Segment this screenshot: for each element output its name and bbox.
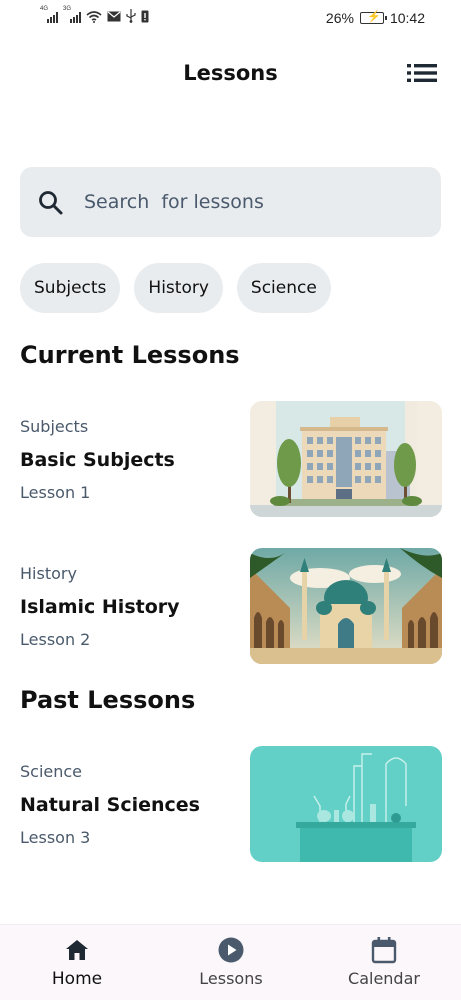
usb-icon [126, 9, 136, 23]
home-icon [66, 940, 88, 960]
lesson-category: History [20, 564, 77, 583]
chip-science[interactable]: Science [236, 263, 331, 313]
play-circle-icon [218, 937, 244, 963]
status-right: 26% ⚡ 10:42 [326, 10, 425, 26]
nav-calendar[interactable]: Calendar [324, 935, 444, 988]
nav-lessons[interactable]: Lessons [171, 935, 291, 988]
battery-charging-icon: ⚡ [359, 11, 387, 24]
clock: 10:42 [389, 10, 425, 26]
lesson-number: Lesson 1 [20, 483, 91, 502]
lesson-name: Islamic History [20, 596, 180, 618]
school-building-illustration [250, 401, 442, 517]
lesson-card-basic-subjects[interactable]: Subjects Basic Subjects Lesson 1 [0, 401, 461, 517]
lesson-number: Lesson 2 [20, 630, 91, 649]
status-icons: 4G 3G [40, 6, 149, 23]
calendar-icon [371, 937, 397, 964]
nav-calendar-label: Calendar [348, 969, 420, 988]
lesson-name: Natural Sciences [20, 794, 200, 816]
mosque-illustration [250, 548, 442, 664]
page-title: Lessons [183, 61, 278, 85]
laboratory-illustration [250, 746, 442, 862]
lesson-name: Basic Subjects [20, 449, 175, 471]
lesson-category: Science [20, 762, 83, 781]
lesson-card-natural-sciences[interactable]: Science Natural Sciences Lesson 3 [0, 746, 461, 862]
chip-subjects[interactable]: Subjects [20, 263, 121, 313]
wifi-icon [86, 10, 102, 23]
nav-home-label: Home [51, 969, 103, 989]
lesson-card-islamic-history[interactable]: History Islamic History Lesson 2 [0, 548, 461, 664]
lesson-category: Subjects [20, 417, 89, 436]
search-input[interactable] [84, 185, 414, 219]
sim-alert-icon [141, 10, 149, 22]
chip-history[interactable]: History [134, 263, 223, 313]
status-bar: 4G 3G 26% ⚡ 10:42 [0, 0, 461, 36]
bottom-navigation: Home Lessons Calendar [0, 924, 461, 1000]
battery-percent: 26% [325, 10, 354, 26]
mail-icon [107, 11, 121, 21]
filter-chips: Subjects History Science [20, 263, 331, 313]
signal-icon: 4G [40, 6, 58, 23]
search-icon[interactable] [38, 190, 64, 216]
list-icon[interactable] [407, 63, 437, 83]
app-header: Lessons [0, 55, 461, 95]
current-lessons-heading: Current Lessons [20, 341, 240, 369]
past-lessons-heading: Past Lessons [20, 686, 196, 714]
nav-home[interactable]: Home [17, 935, 137, 989]
search-bar[interactable] [20, 167, 441, 237]
signal-icon: 3G [63, 6, 81, 23]
nav-lessons-label: Lessons [199, 969, 263, 988]
lesson-number: Lesson 3 [20, 828, 91, 847]
